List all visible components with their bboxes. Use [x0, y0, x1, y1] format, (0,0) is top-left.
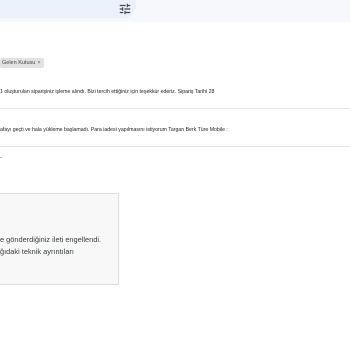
- remove-label-icon[interactable]: ×: [37, 60, 40, 66]
- mail-thread-view: Gelen Kutusu × 1 oluşturulan siparişiniz …: [0, 0, 350, 350]
- notice-line-1: e gönderdiğiniz ileti engellendi.: [0, 235, 102, 244]
- divider: [0, 146, 350, 147]
- divider: [0, 108, 350, 109]
- message-line-2: afayı geçti ve hala yükleme başlamadı. P…: [0, 127, 228, 133]
- top-bar: [0, 0, 350, 22]
- notice-line-2: ğıdaki teknik ayrıntıları: [0, 247, 74, 256]
- label-chip-text: Gelen Kutusu: [2, 60, 36, 66]
- message-line-1: 1 oluşturulan siparişiniz işleme alındı.…: [0, 89, 215, 95]
- search-bar[interactable]: [0, 0, 136, 18]
- tune-icon[interactable]: [118, 2, 132, 16]
- delivery-failure-notice: e gönderdiğiniz ileti engellendi. ğıdaki…: [0, 193, 119, 285]
- message-line-3: -: [0, 155, 2, 161]
- label-chip-inbox[interactable]: Gelen Kutusu ×: [0, 58, 44, 68]
- tune-icon-glyph: [119, 3, 131, 15]
